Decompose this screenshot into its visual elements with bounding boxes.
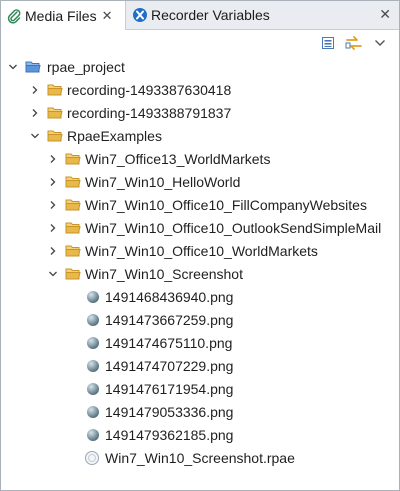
view-menu-icon[interactable] <box>371 34 389 52</box>
tree-item-label: 1491479362185.png <box>105 426 234 443</box>
image-file-icon <box>85 289 101 305</box>
link-with-editor-icon[interactable] <box>345 34 363 52</box>
tree-item-folder[interactable]: recording-1493388791837 <box>1 101 399 124</box>
chevron-right-icon[interactable] <box>48 177 58 187</box>
chevron-right-icon[interactable] <box>48 246 58 256</box>
tree-item-file[interactable]: Win7_Win10_Screenshot.rpae <box>1 446 399 469</box>
image-file-icon <box>85 358 101 374</box>
tree-item-folder[interactable]: Win7_Win10_HelloWorld <box>1 170 399 193</box>
tab-media-files[interactable]: Media Files ✕ <box>1 1 126 30</box>
tree-item-label: rpae_project <box>47 58 125 75</box>
variable-x-icon <box>131 6 149 24</box>
image-file-icon <box>85 335 101 351</box>
folder-icon <box>47 82 63 98</box>
tree-item-label: recording-1493387630418 <box>67 81 232 98</box>
tree-item-label: Win7_Win10_Office10_WorldMarkets <box>85 242 318 259</box>
tree-item-label: 1491476171954.png <box>105 380 234 397</box>
image-file-icon <box>85 381 101 397</box>
tree-item-file[interactable]: 1491473667259.png <box>1 308 399 331</box>
tree-item-file[interactable]: 1491479053336.png <box>1 400 399 423</box>
tree-item-file[interactable]: 1491476171954.png <box>1 377 399 400</box>
tree-item-label: Win7_Win10_Office10_FillCompanyWebsites <box>85 196 367 213</box>
folder-icon <box>47 105 63 121</box>
tree-item-label: RpaeExamples <box>67 127 162 144</box>
view-toolbar <box>311 34 389 52</box>
tree-item-label: 1491468436940.png <box>105 288 234 305</box>
tree-item-folder[interactable]: recording-1493387630418 <box>1 78 399 101</box>
folder-open-icon <box>65 266 81 282</box>
chevron-right-icon[interactable] <box>30 85 40 95</box>
tree-item-label: Win7_Win10_Screenshot <box>85 265 243 282</box>
tree-item-label: 1491479053336.png <box>105 403 234 420</box>
folder-icon <box>65 174 81 190</box>
media-files-view: Media Files ✕ Recorder Variables ✕ rpae_… <box>0 0 400 491</box>
folder-icon <box>65 220 81 236</box>
chevron-down-icon[interactable] <box>8 62 18 72</box>
tree-item-folder[interactable]: Win7_Win10_Office10_WorldMarkets <box>1 239 399 262</box>
tree-item-file[interactable]: 1491479362185.png <box>1 423 399 446</box>
tree-item-folder[interactable]: Win7_Office13_WorldMarkets <box>1 147 399 170</box>
view-tab-bar: Media Files ✕ Recorder Variables ✕ <box>1 1 399 30</box>
image-file-icon <box>85 312 101 328</box>
tree-item-file[interactable]: 1491474707229.png <box>1 354 399 377</box>
chevron-down-icon[interactable] <box>48 269 58 279</box>
tree-item-label: Win7_Win10_HelloWorld <box>85 173 241 190</box>
tree-item-label: Win7_Win10_Screenshot.rpae <box>105 449 295 466</box>
tree-item-file[interactable]: 1491474675110.png <box>1 331 399 354</box>
collapse-all-icon[interactable] <box>319 34 337 52</box>
image-file-icon <box>85 404 101 420</box>
media-files-tree[interactable]: rpae_project recording-1493387630418 rec… <box>1 55 399 469</box>
chevron-right-icon[interactable] <box>30 108 40 118</box>
tree-item-file[interactable]: 1491468436940.png <box>1 285 399 308</box>
tree-item-folder[interactable]: Win7_Win10_Screenshot <box>1 262 399 285</box>
tree-item-label: 1491474707229.png <box>105 357 234 374</box>
paperclip-icon <box>5 7 23 25</box>
tab-recorder-variables-label: Recorder Variables <box>151 7 270 23</box>
folder-icon <box>65 197 81 213</box>
tree-item-label: recording-1493388791837 <box>67 104 232 121</box>
tree-item-project[interactable]: rpae_project <box>1 55 399 78</box>
tab-recorder-variables[interactable]: Recorder Variables <box>127 1 397 29</box>
tree-item-label: 1491473667259.png <box>105 311 234 328</box>
folder-icon <box>65 243 81 259</box>
tab-media-files-label: Media Files <box>25 7 97 24</box>
rpae-file-icon <box>84 450 100 466</box>
folder-open-icon <box>47 128 63 144</box>
project-folder-icon <box>25 59 41 75</box>
chevron-right-icon[interactable] <box>48 223 58 233</box>
chevron-down-icon[interactable] <box>30 131 40 141</box>
tree-item-label: Win7_Office13_WorldMarkets <box>85 150 271 167</box>
close-icon[interactable]: ✕ <box>379 6 391 23</box>
tree-item-label: Win7_Win10_Office10_OutlookSendSimpleMai… <box>85 219 382 236</box>
tree-item-folder[interactable]: Win7_Win10_Office10_OutlookSendSimpleMai… <box>1 216 399 239</box>
folder-icon <box>65 151 81 167</box>
tree-item-label: 1491474675110.png <box>105 334 233 351</box>
tree-item-folder[interactable]: Win7_Win10_Office10_FillCompanyWebsites <box>1 193 399 216</box>
tree-item-folder[interactable]: RpaeExamples <box>1 124 399 147</box>
close-icon[interactable]: ✕ <box>102 8 113 24</box>
chevron-right-icon[interactable] <box>48 200 58 210</box>
chevron-right-icon[interactable] <box>48 154 58 164</box>
image-file-icon <box>85 427 101 443</box>
